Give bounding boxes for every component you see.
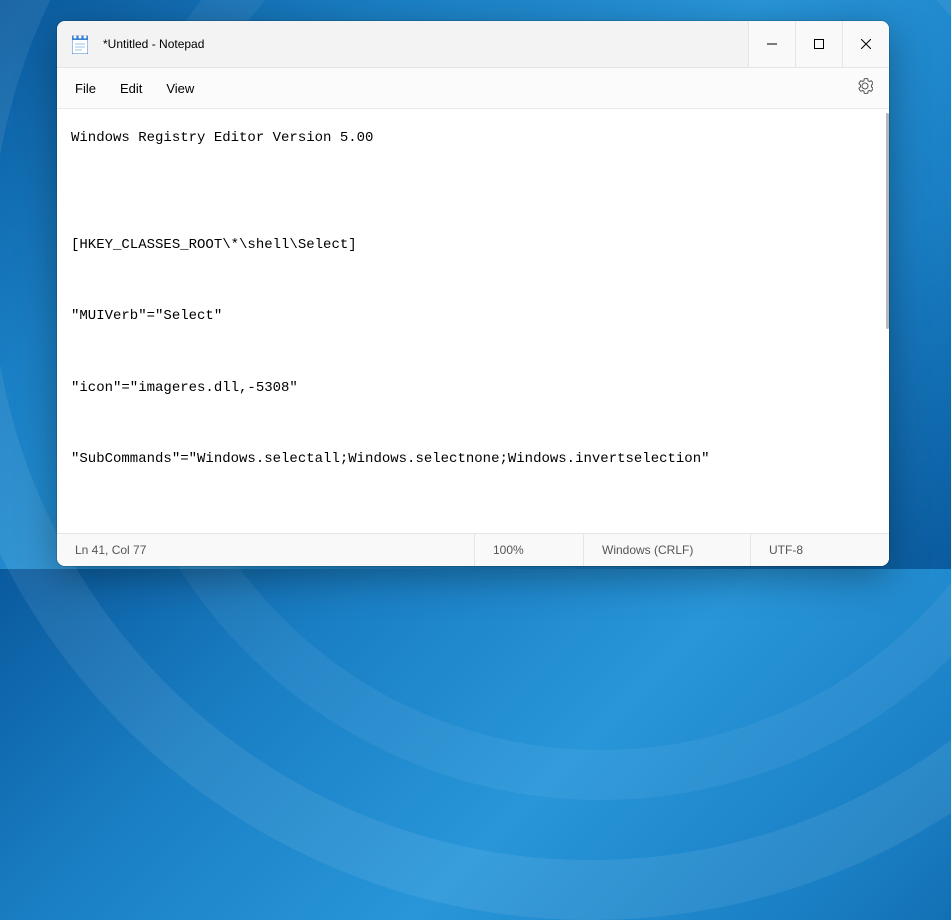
status-encoding[interactable]: UTF-8 [750,534,889,566]
menubar: File Edit View [57,68,889,109]
maximize-button[interactable] [795,21,842,67]
notepad-icon [71,35,89,53]
menu-file[interactable]: File [63,75,108,102]
window-controls [748,21,889,67]
menu-edit[interactable]: Edit [108,75,154,102]
editor-area: Windows Registry Editor Version 5.00 [HK… [57,109,889,533]
status-cursor-position: Ln 41, Col 77 [57,534,474,566]
status-line-ending[interactable]: Windows (CRLF) [583,534,750,566]
statusbar: Ln 41, Col 77 100% Windows (CRLF) UTF-8 [57,533,889,566]
text-editor[interactable]: Windows Registry Editor Version 5.00 [HK… [57,109,885,533]
scrollbar-thumb[interactable] [886,113,889,329]
close-button[interactable] [842,21,889,67]
minimize-button[interactable] [748,21,795,67]
notepad-window: *Untitled - Notepad File Edit View Windo… [57,21,889,566]
settings-button[interactable] [847,72,883,105]
window-title: *Untitled - Notepad [103,37,748,51]
scrollbar[interactable] [886,113,889,529]
menu-view[interactable]: View [154,75,206,102]
titlebar[interactable]: *Untitled - Notepad [57,21,889,68]
status-zoom[interactable]: 100% [474,534,583,566]
gear-icon [857,78,873,94]
